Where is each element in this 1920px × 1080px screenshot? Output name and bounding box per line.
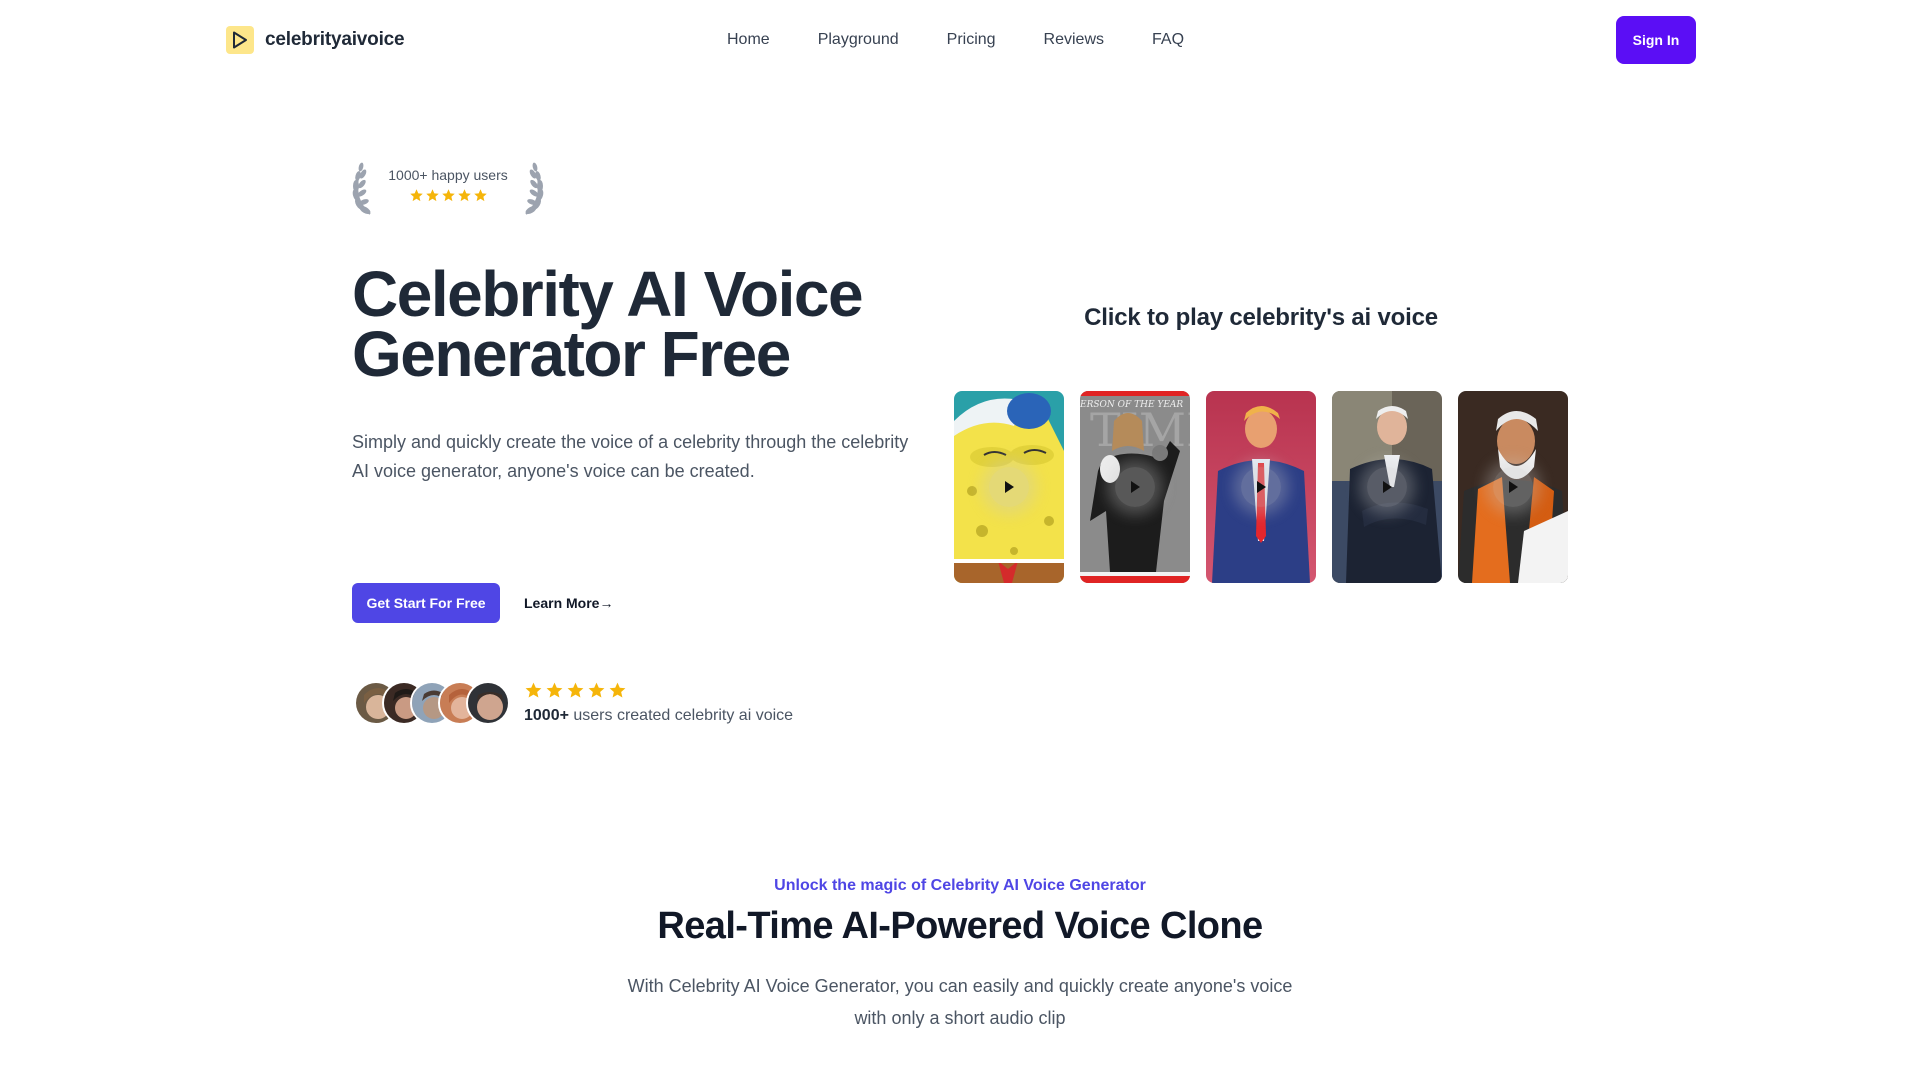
hero-description: Simply and quickly create the voice of a… (352, 432, 909, 481)
nav-playground[interactable]: Playground (818, 28, 899, 52)
badge-rating (352, 188, 544, 203)
feature-description: With Celebrity AI Voice Generator, you c… (627, 976, 1293, 1028)
learn-more-link[interactable]: Learn More→ (524, 592, 613, 614)
play-icon (1131, 481, 1140, 493)
user-count: 1000+ (524, 707, 569, 724)
site-header: celebrityaivoice Home Playground Pricing… (0, 0, 1920, 80)
nav-faq[interactable]: FAQ (1152, 28, 1184, 52)
nav-pricing[interactable]: Pricing (947, 28, 996, 52)
celebrity-card-taylor-swift[interactable]: ERSON OF THE YEAR TIME (1080, 391, 1190, 583)
play-button[interactable] (989, 467, 1029, 507)
play-button[interactable] (1493, 467, 1533, 507)
user-count-label: users created celebrity ai voice (568, 707, 794, 724)
star-icon (609, 682, 626, 698)
brand-logo-link[interactable]: celebrityaivoice (226, 26, 405, 54)
hero-title: Celebrity AI Voice Generator Free (352, 258, 864, 390)
star-icon (567, 682, 584, 698)
brand-name: celebrityaivoice (265, 29, 405, 50)
happy-users-badge: 1000+ happy users (352, 158, 544, 218)
feature-title: Real-Time AI-Powered Voice Clone (657, 905, 1263, 947)
get-started-button[interactable]: Get Start For Free (352, 583, 500, 623)
star-icon (425, 189, 439, 202)
page: celebrityaivoice Home Playground Pricing… (0, 0, 1920, 1080)
star-icon (441, 189, 455, 202)
play-icon (1383, 481, 1392, 493)
celebrity-panel-title: Click to play celebrity's ai voice (1084, 304, 1438, 331)
feature-eyebrow: Unlock the magic of Celebrity AI Voice G… (774, 877, 1146, 894)
celebrity-card-narendra-modi[interactable] (1458, 391, 1568, 583)
play-icon (1509, 481, 1518, 493)
play-icon (226, 26, 254, 54)
star-icon (588, 682, 605, 698)
badge-text: 1000+ happy users (388, 167, 508, 183)
play-button[interactable] (1115, 467, 1155, 507)
user-count-text: 1000+ users created celebrity ai voice (524, 704, 793, 728)
user-avatars (354, 681, 514, 725)
star-icon (473, 189, 487, 202)
star-icon (546, 682, 563, 698)
user-rating (524, 681, 627, 700)
nav-home[interactable]: Home (727, 28, 770, 52)
celebrity-card-joe-biden[interactable] (1332, 391, 1442, 583)
play-icon (1257, 481, 1266, 493)
play-icon (1005, 481, 1014, 493)
nav-reviews[interactable]: Reviews (1044, 28, 1104, 52)
star-icon (409, 189, 423, 202)
sign-in-button[interactable]: Sign In (1616, 16, 1696, 64)
star-icon (525, 682, 542, 698)
avatar (466, 681, 510, 725)
play-button[interactable] (1367, 467, 1407, 507)
main-nav: Home Playground Pricing Reviews FAQ (727, 28, 1184, 52)
celebrity-cards: ERSON OF THE YEAR TIME (954, 391, 1568, 583)
star-icon (457, 189, 471, 202)
celebrity-card-spongebob[interactable] (954, 391, 1064, 583)
play-button[interactable] (1241, 467, 1281, 507)
celebrity-card-donald-trump[interactable] (1206, 391, 1316, 583)
